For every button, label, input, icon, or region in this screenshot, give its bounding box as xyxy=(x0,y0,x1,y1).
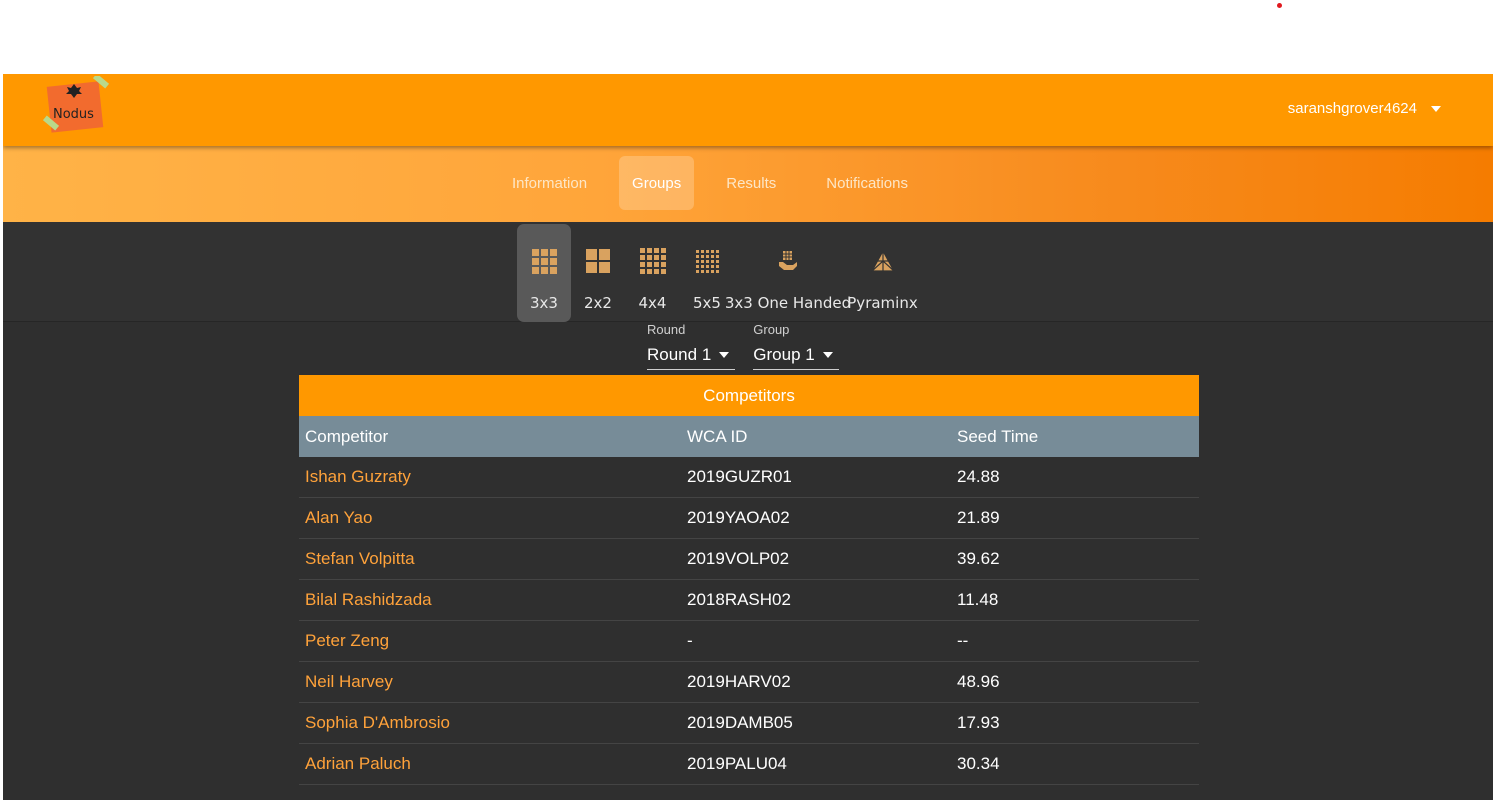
tab-notifications[interactable]: Notifications xyxy=(808,156,926,210)
round-group-selectors: Round Round 1 Group Group 1 xyxy=(647,320,839,370)
table-row: Bilal Rashidzada 2018RASH02 11.48 xyxy=(299,580,1199,621)
event-3x3[interactable]: 3x3 xyxy=(517,224,571,322)
wca-id-cell: 2019HARV02 xyxy=(687,672,791,691)
event-label: 3x3 One Handed xyxy=(724,294,852,312)
event-3x3-one-handed[interactable]: 3x3 One Handed xyxy=(725,224,851,322)
wca-id-cell: - xyxy=(687,631,693,650)
competitor-name-link[interactable]: Sophia D'Ambrosio xyxy=(299,713,687,733)
group-select-text: Group 1 xyxy=(753,344,815,364)
event-label: 5x5 xyxy=(693,294,721,312)
competitors-table: Competitors Competitor WCA ID Seed Time … xyxy=(299,375,1199,785)
cube-2x2-icon xyxy=(586,246,610,276)
competition-tabbar: Information Groups Results Notifications xyxy=(3,146,1493,222)
pyraminx-icon xyxy=(870,246,896,276)
caret-down-icon xyxy=(719,351,730,358)
seed-time-cell: 30.34 xyxy=(957,754,1000,773)
seed-time-cell: 21.89 xyxy=(957,508,1000,527)
competitor-name-link[interactable]: Peter Zeng xyxy=(299,631,687,651)
round-select-value[interactable]: Round 1 xyxy=(647,340,736,370)
tab-groups[interactable]: Groups xyxy=(619,156,695,210)
competitor-name-link[interactable]: Neil Harvey xyxy=(299,672,687,692)
browser-top-area xyxy=(0,0,1495,74)
username-label: saranshgrover4624 xyxy=(1287,100,1417,117)
header-competitor: Competitor xyxy=(305,426,389,446)
competitor-name-link[interactable]: Adrian Paluch xyxy=(299,754,687,774)
group-select[interactable]: Group Group 1 xyxy=(753,320,839,370)
table-header-row: Competitor WCA ID Seed Time xyxy=(299,416,1199,457)
table-body: Ishan Guzraty 2019GUZR01 24.88 Alan Yao 2019… xyxy=(299,457,1199,785)
event-label: 3x3 xyxy=(530,294,558,312)
table-row: Alan Yao 2019YAOA02 21.89 xyxy=(299,498,1199,539)
competitor-name-link[interactable]: Ishan Guzraty xyxy=(299,467,687,487)
event-pyraminx[interactable]: Pyraminx xyxy=(842,224,923,322)
wca-id-cell: 2019PALU04 xyxy=(687,754,787,773)
competitor-name-link[interactable]: Stefan Volpitta xyxy=(299,549,687,569)
seed-time-cell: 24.88 xyxy=(957,467,1000,486)
seed-time-cell: 39.62 xyxy=(957,549,1000,568)
group-select-label: Group xyxy=(753,322,790,337)
table-row: Neil Harvey 2019HARV02 48.96 xyxy=(299,662,1199,703)
table-row: Sophia D'Ambrosio 2019DAMB05 17.93 xyxy=(299,703,1199,744)
nodus-logo[interactable]: Nodus xyxy=(42,74,110,134)
events-band: 3x3 2x2 4x4 5x5 3x3 One Handed Pyraminx xyxy=(3,222,1493,322)
event-2x2[interactable]: 2x2 xyxy=(571,224,625,322)
table-row: Peter Zeng - -- xyxy=(299,621,1199,662)
one-handed-icon xyxy=(775,246,801,276)
round-select-text: Round 1 xyxy=(647,344,712,364)
caret-down-icon xyxy=(1431,105,1441,112)
app-container: Nodus saranshgrover4624 Information Group… xyxy=(3,74,1493,800)
user-menu[interactable]: saranshgrover4624 xyxy=(1288,100,1441,117)
header-wca-id: WCA ID xyxy=(687,426,748,446)
wca-id-cell: 2018RASH02 xyxy=(687,590,791,609)
table-row: Adrian Paluch 2019PALU04 30.34 xyxy=(299,744,1199,785)
event-label: 4x4 xyxy=(638,294,667,312)
header-seed-time: Seed Time xyxy=(957,426,1039,446)
table-row: Ishan Guzraty 2019GUZR01 24.88 xyxy=(299,457,1199,498)
cursor-dot xyxy=(1277,3,1282,8)
logo-text: Nodus xyxy=(53,107,94,122)
top-navbar: Nodus saranshgrover4624 xyxy=(3,74,1493,146)
seed-time-cell: 48.96 xyxy=(957,672,1000,691)
competitor-name-link[interactable]: Alan Yao xyxy=(299,508,687,528)
round-select-label: Round xyxy=(647,322,686,337)
tab-results[interactable]: Results xyxy=(708,156,794,210)
event-label: 2x2 xyxy=(584,294,612,312)
group-select-value[interactable]: Group 1 xyxy=(753,340,839,370)
cube-3x3-icon xyxy=(531,246,557,276)
caret-down-icon xyxy=(822,351,833,358)
seed-time-cell: -- xyxy=(957,631,969,650)
table-row: Stefan Volpitta 2019VOLP02 39.62 xyxy=(299,539,1199,580)
event-4x4[interactable]: 4x4 xyxy=(625,224,680,322)
event-selector: 3x3 2x2 4x4 5x5 3x3 One Handed Pyraminx xyxy=(517,224,923,322)
wca-id-cell: 2019YAOA02 xyxy=(687,508,790,527)
tabs-container: Information Groups Results Notifications xyxy=(494,156,940,210)
cube-4x4-icon xyxy=(639,246,666,276)
round-select[interactable]: Round Round 1 xyxy=(647,320,736,370)
table-title: Competitors xyxy=(299,375,1199,416)
wca-id-cell: 2019VOLP02 xyxy=(687,549,790,568)
tab-information[interactable]: Information xyxy=(494,156,605,210)
seed-time-cell: 11.48 xyxy=(957,590,999,609)
cube-5x5-icon xyxy=(695,246,719,276)
event-label: Pyraminx xyxy=(847,294,918,312)
wca-id-cell: 2019DAMB05 xyxy=(687,713,793,732)
seed-time-cell: 17.93 xyxy=(957,713,1000,732)
wca-id-cell: 2019GUZR01 xyxy=(687,467,792,486)
competitor-name-link[interactable]: Bilal Rashidzada xyxy=(299,590,687,610)
